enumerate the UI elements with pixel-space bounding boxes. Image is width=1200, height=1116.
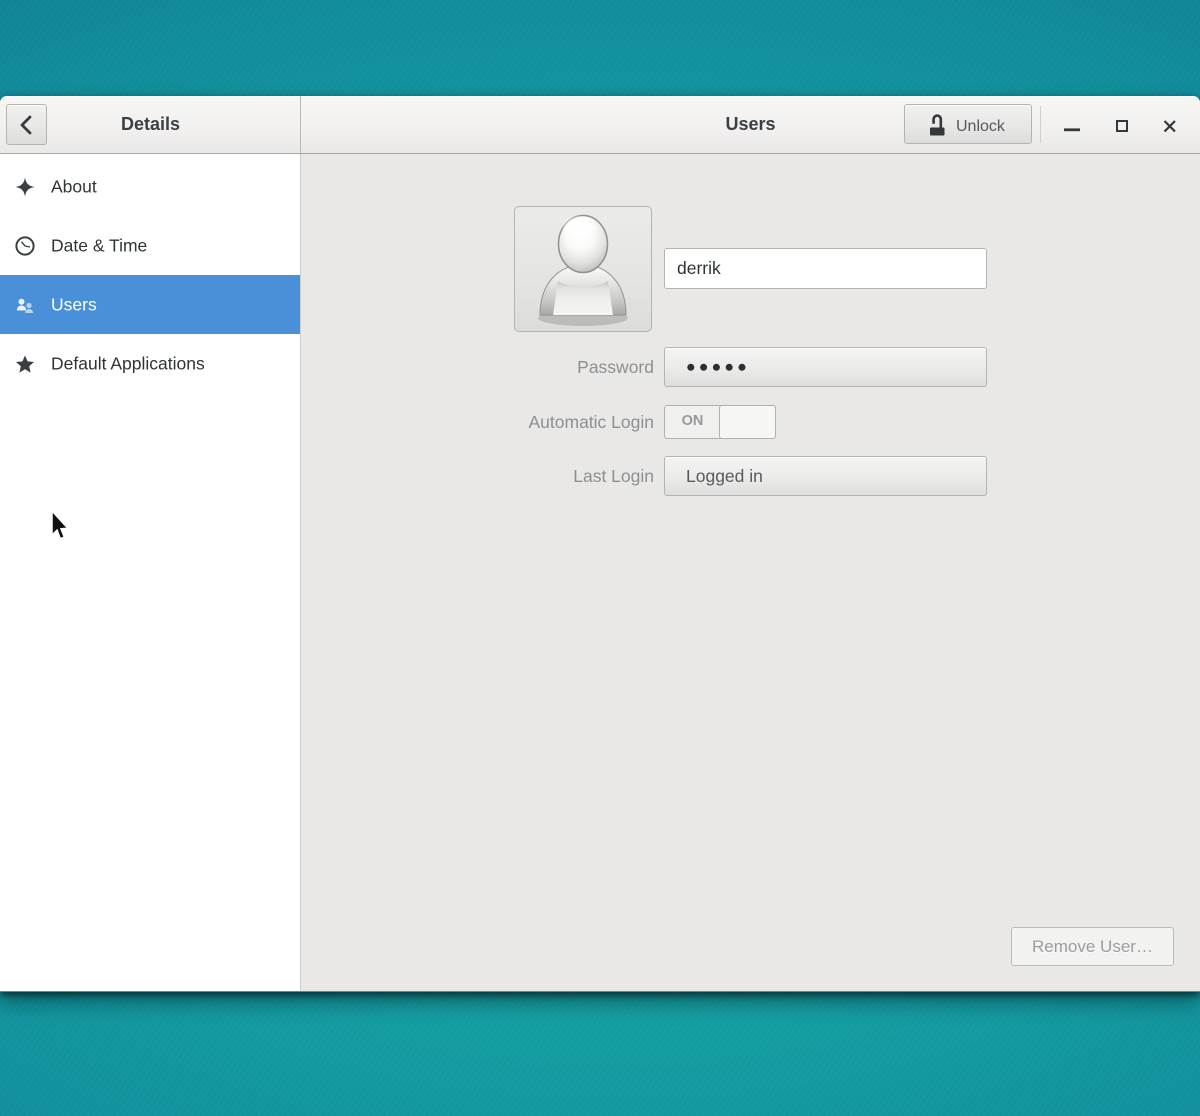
svg-text:Unlock: Unlock <box>956 118 1006 135</box>
